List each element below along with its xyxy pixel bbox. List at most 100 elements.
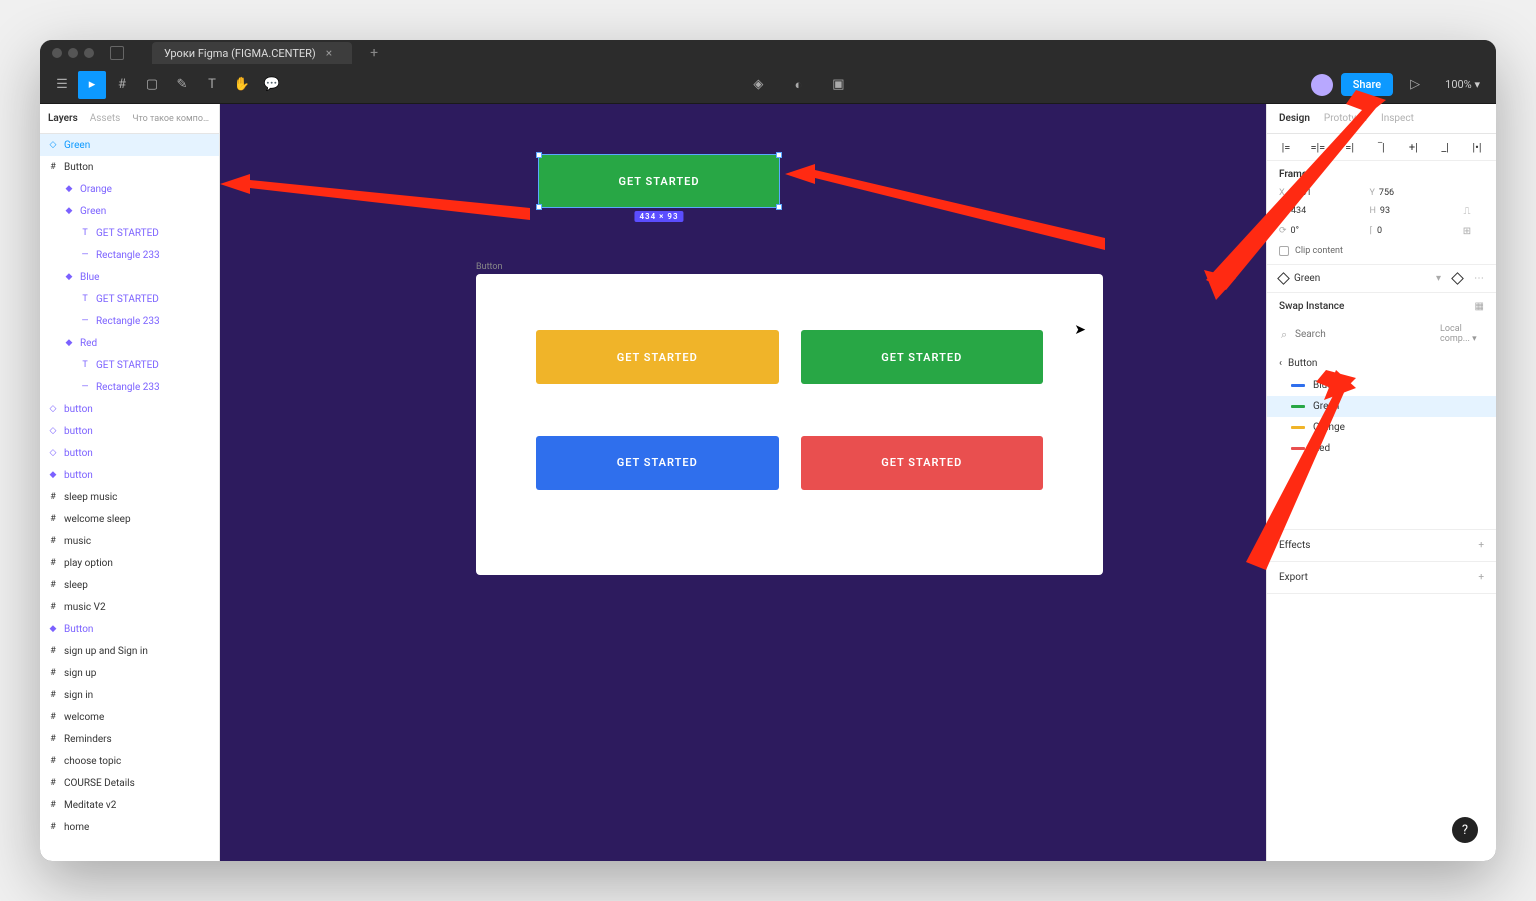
effects-section[interactable]: Effects+ [1267,530,1496,562]
layer-item[interactable]: #sign up and Sign in [40,640,219,662]
layers-tab[interactable]: Layers [48,113,78,124]
pen-tool[interactable]: ✎ [168,71,196,99]
w-value[interactable]: 434 [1291,206,1306,216]
rotation-value[interactable]: 0° [1291,226,1299,236]
button-blue[interactable]: GET STARTED [536,436,779,490]
layer-item[interactable]: ◇button [40,442,219,464]
layer-item[interactable]: #sleep music [40,486,219,508]
swap-back-button[interactable]: ‹Button [1267,352,1496,375]
more-icon[interactable]: ⋯ [1474,273,1484,284]
assets-tab[interactable]: Assets [90,113,121,124]
layer-item[interactable]: TGET STARTED [40,222,219,244]
frame-label[interactable]: Button [476,262,502,272]
search-input[interactable] [1279,325,1432,344]
canvas[interactable]: GET STARTED 434 × 93 Button GET STARTED … [220,104,1266,861]
radius-value[interactable]: 0 [1377,226,1382,236]
layer-item[interactable]: #music [40,530,219,552]
add-tab-button[interactable]: + [370,45,378,61]
layer-item[interactable]: ◆Blue [40,266,219,288]
layer-item[interactable]: ◇button [40,398,219,420]
layer-item[interactable]: #play option [40,552,219,574]
layer-item[interactable]: ◇button [40,420,219,442]
layer-item[interactable]: #Meditate v2 [40,794,219,816]
swap-option[interactable]: Green [1267,396,1496,417]
menu-icon[interactable]: ☰ [48,71,76,99]
button-orange[interactable]: GET STARTED [536,330,779,384]
frame-tool[interactable]: # [108,71,136,99]
button-frame[interactable]: GET STARTED GET STARTED GET STARTED GET … [476,274,1103,575]
traffic-lights[interactable] [52,48,94,58]
layer-item[interactable]: #Button [40,156,219,178]
shape-tool[interactable]: ▢ [138,71,166,99]
local-components-dropdown[interactable]: Local comp... ▾ [1440,324,1484,344]
mask-icon[interactable]: ◐ [784,71,812,99]
resize-handle[interactable] [776,204,782,210]
distribute-icon[interactable]: |•| [1470,140,1484,154]
layer-item[interactable]: —Rectangle 233 [40,244,219,266]
corners-icon[interactable]: ⊞ [1460,224,1474,238]
swap-option[interactable]: Orange [1267,417,1496,438]
y-value[interactable]: 756 [1379,188,1394,198]
button-green[interactable]: GET STARTED [801,330,1044,384]
layer-item[interactable]: #sleep [40,574,219,596]
inspect-tab[interactable]: Inspect [1381,113,1414,124]
share-button[interactable]: Share [1341,73,1393,96]
layer-item[interactable]: ◆Red [40,332,219,354]
layer-item[interactable]: #welcome sleep [40,508,219,530]
swap-option[interactable]: Red [1267,438,1496,459]
align-bottom-icon[interactable]: _| [1438,140,1452,154]
hand-tool[interactable]: ✋ [228,71,256,99]
export-section[interactable]: Export+ [1267,562,1496,594]
component-icon[interactable]: ◈ [744,71,772,99]
layer-item[interactable]: #choose topic [40,750,219,772]
layer-item[interactable]: #COURSE Details [40,772,219,794]
layer-item[interactable]: ◇Green [40,134,219,156]
h-value[interactable]: 93 [1380,206,1390,216]
constrain-icon[interactable]: ⎍ [1460,204,1474,218]
x-value[interactable]: -6941 [1289,188,1312,198]
clip-checkbox[interactable] [1279,246,1289,256]
layer-item[interactable]: ◆Orange [40,178,219,200]
align-left-icon[interactable]: |= [1279,140,1293,154]
resize-handle[interactable] [536,204,542,210]
button-red[interactable]: GET STARTED [801,436,1044,490]
close-icon[interactable]: × [326,46,332,60]
prototype-tab[interactable]: Prototype [1324,113,1367,124]
layer-item[interactable]: #music V2 [40,596,219,618]
boolean-icon[interactable]: ▣ [824,71,852,99]
grid-icon[interactable]: ▦ [1475,301,1484,312]
layer-item[interactable]: ◆Button [40,618,219,640]
align-right-icon[interactable]: =| [1343,140,1357,154]
layer-item[interactable]: TGET STARTED [40,288,219,310]
present-icon[interactable]: ▷ [1401,71,1429,99]
selected-instance[interactable]: GET STARTED 434 × 93 [538,154,780,208]
document-tab[interactable]: Уроки Figma (FIGMA.CENTER) × [152,42,352,64]
resize-handle[interactable] [776,152,782,158]
chevron-down-icon[interactable]: ▾ [1436,273,1441,284]
align-top-icon[interactable]: ‾| [1374,140,1388,154]
goto-main-icon[interactable] [1451,272,1464,285]
align-vcenter-icon[interactable]: +| [1406,140,1420,154]
layer-item[interactable]: #sign in [40,684,219,706]
layer-item[interactable]: #Reminders [40,728,219,750]
avatar[interactable] [1311,74,1333,96]
swap-option[interactable]: Blue [1267,375,1496,396]
text-tool[interactable]: T [198,71,226,99]
resize-handle[interactable] [536,152,542,158]
zoom-level[interactable]: 100% ▾ [1437,78,1488,91]
layer-item[interactable]: #sign up [40,662,219,684]
layer-item[interactable]: ◆button [40,464,219,486]
layer-item[interactable]: —Rectangle 233 [40,376,219,398]
layer-item[interactable]: #home [40,816,219,838]
layer-item[interactable]: #welcome [40,706,219,728]
help-button[interactable]: ? [1452,817,1478,843]
comment-tool[interactable]: 💬 [258,71,286,99]
layer-item[interactable]: ◆Green [40,200,219,222]
instance-row[interactable]: Green ▾ ⋯ [1267,265,1496,293]
page-selector[interactable]: Что такое компоненты, как с... [132,114,211,124]
align-hcenter-icon[interactable]: =|= [1311,140,1325,154]
move-tool[interactable]: ▸ [78,71,106,99]
layer-item[interactable]: —Rectangle 233 [40,310,219,332]
layer-item[interactable]: TGET STARTED [40,354,219,376]
design-tab[interactable]: Design [1279,113,1310,124]
